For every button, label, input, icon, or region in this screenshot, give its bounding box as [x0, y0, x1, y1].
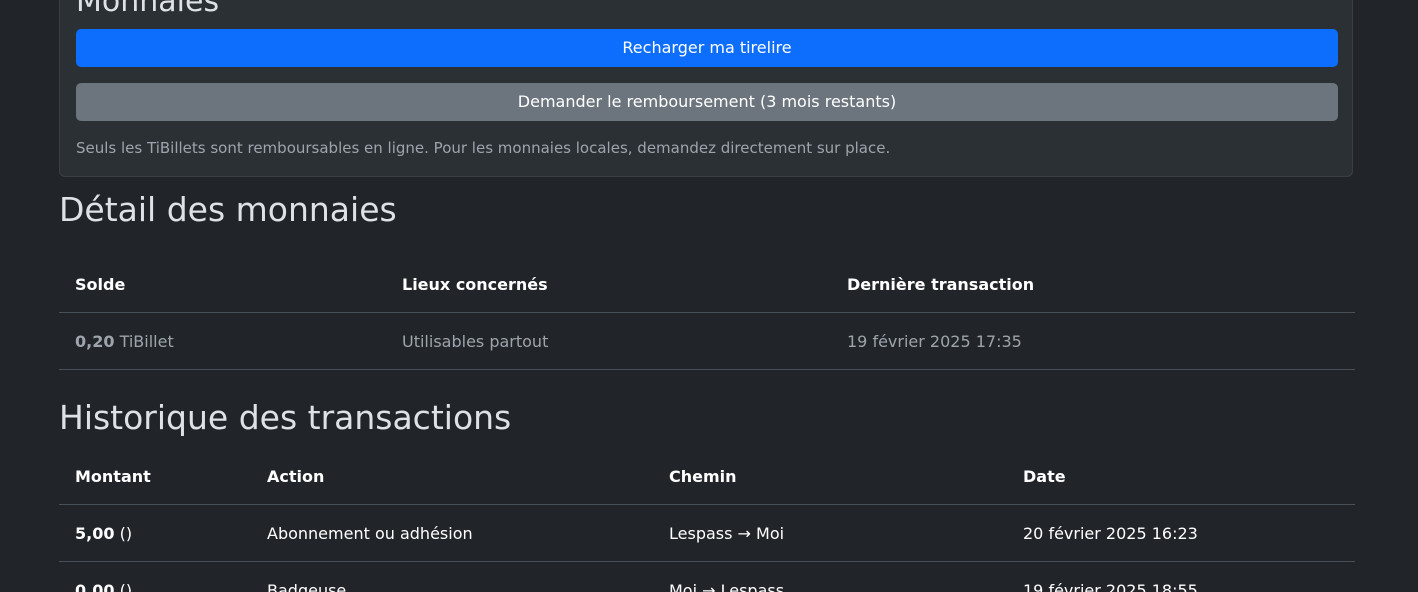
col-path: Chemin [653, 448, 1007, 505]
amount-value: 0,00 [75, 580, 115, 592]
places-cell: Utilisables partout [386, 312, 831, 370]
amount-cell: 0,00 () [59, 561, 251, 592]
last-transaction-cell: 19 février 2025 17:35 [831, 312, 1355, 370]
amount-unit: () [119, 580, 133, 592]
card-title: Monnaies [76, 0, 220, 19]
action-cell: Abonnement ou adhésion [251, 504, 653, 562]
history-title: Historique des transactions [59, 398, 512, 437]
amount-unit: () [119, 523, 133, 543]
amount-cell: 5,00 () [59, 504, 251, 562]
path-cell: Lespass → Moi [653, 504, 1007, 562]
refund-button[interactable]: Demander le remboursement (3 mois restan… [76, 83, 1338, 121]
details-title: Détail des monnaies [59, 190, 397, 229]
refund-note: Seuls les TiBillets sont remboursables e… [76, 139, 891, 157]
currency-details-table: Solde Lieux concernés Dernière transacti… [59, 256, 1355, 370]
transactions-table: Montant Action Chemin Date 5,00 () Abonn… [59, 448, 1355, 592]
col-action: Action [251, 448, 653, 505]
table-row: 5,00 () Abonnement ou adhésion Lespass →… [59, 504, 1355, 562]
table-row: 0,20 TiBillet Utilisables partout 19 fév… [59, 312, 1355, 370]
col-amount: Montant [59, 448, 251, 505]
amount-value: 5,00 [75, 523, 115, 543]
date-cell: 20 février 2025 16:23 [1007, 504, 1355, 562]
col-balance: Solde [59, 256, 386, 313]
table-row: 0,00 () Badgeuse Moi → Lespass 19 févrie… [59, 561, 1355, 592]
balance-currency: TiBillet [119, 331, 174, 351]
col-date: Date [1007, 448, 1355, 505]
balance-amount: 0,20 [75, 331, 115, 351]
wallet-card: Monnaies Recharger ma tirelire Demander … [59, 0, 1353, 177]
col-places: Lieux concernés [386, 256, 831, 313]
action-cell: Badgeuse [251, 561, 653, 592]
recharge-button[interactable]: Recharger ma tirelire [76, 29, 1338, 67]
page: Monnaies Recharger ma tirelire Demander … [0, 0, 1418, 592]
table-header-row: Solde Lieux concernés Dernière transacti… [59, 256, 1355, 313]
date-cell: 19 février 2025 18:55 [1007, 561, 1355, 592]
balance-cell: 0,20 TiBillet [59, 312, 386, 370]
path-cell: Moi → Lespass [653, 561, 1007, 592]
table-header-row: Montant Action Chemin Date [59, 448, 1355, 505]
col-last-transaction: Dernière transaction [831, 256, 1355, 313]
